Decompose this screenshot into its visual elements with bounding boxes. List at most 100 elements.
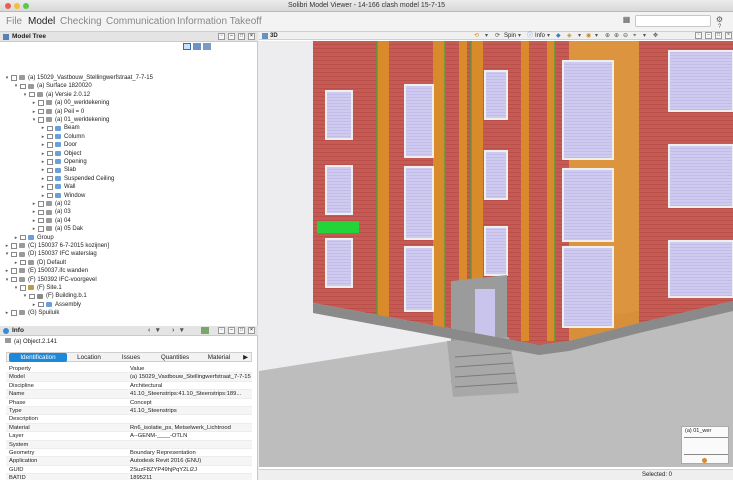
property-row[interactable]: Model (a) 15029_Vastbouw_Stellingwerfstra… xyxy=(6,373,252,382)
info-dropdown-icon[interactable]: ▾ xyxy=(547,32,550,40)
expanded-arrow-icon[interactable]: ▾ xyxy=(31,117,37,123)
tree-item[interactable]: ▸ Column xyxy=(0,133,258,141)
forward-icon[interactable]: › xyxy=(172,326,174,336)
collapsed-arrow-icon[interactable]: ▸ xyxy=(40,134,46,140)
camera-icon[interactable]: ⟲ xyxy=(474,32,479,40)
visibility-checkbox[interactable] xyxy=(47,125,53,132)
expanded-arrow-icon[interactable]: ▾ xyxy=(22,92,28,98)
expanded-arrow-icon[interactable]: ▾ xyxy=(22,293,28,299)
tree-item[interactable]: ▸ Group xyxy=(0,234,258,242)
property-row[interactable]: System xyxy=(6,440,252,449)
menu-checking[interactable]: Checking xyxy=(60,16,102,28)
forward-dropdown-icon[interactable]: ▾ xyxy=(180,326,184,336)
tree-item[interactable]: ▾ (F) Site.1 xyxy=(0,284,258,292)
view-close-button[interactable]: × xyxy=(725,32,732,39)
visibility-checkbox[interactable] xyxy=(11,276,17,283)
tab-identification[interactable]: Identification xyxy=(9,353,67,362)
tree-item[interactable]: ▸ (D) Default xyxy=(0,259,258,267)
visibility-checkbox[interactable] xyxy=(38,301,44,308)
collapsed-arrow-icon[interactable]: ▸ xyxy=(4,310,10,316)
visibility-checkbox[interactable] xyxy=(47,192,53,199)
view-maximize-button[interactable]: □ xyxy=(715,32,722,39)
visibility-checkbox[interactable] xyxy=(20,259,26,266)
fit-icon[interactable]: ⊕ xyxy=(605,32,610,40)
visibility-checkbox[interactable] xyxy=(20,285,26,291)
search-input[interactable] xyxy=(635,15,711,27)
tree-item[interactable]: ▸ Window xyxy=(0,192,258,200)
visibility-checkbox[interactable] xyxy=(47,133,53,140)
property-row[interactable]: Layer A--GENM-____-OTLN xyxy=(6,432,252,441)
close-window-icon[interactable] xyxy=(5,3,11,9)
layout-icon[interactable]: ▦ xyxy=(622,15,631,24)
tabs-more-icon[interactable]: ▶ xyxy=(241,353,250,362)
visibility-checkbox[interactable] xyxy=(20,234,26,241)
info-tool-icon[interactable]: ⓘ xyxy=(527,32,533,40)
minimap[interactable]: (a) 01_wer xyxy=(681,426,729,464)
visibility-checkbox[interactable] xyxy=(20,83,26,90)
visibility-checkbox[interactable] xyxy=(11,268,17,274)
help-icon[interactable]: ? xyxy=(715,23,724,32)
highlighted-object[interactable] xyxy=(317,221,359,233)
collapsed-arrow-icon[interactable]: ▸ xyxy=(40,125,46,131)
camera-dropdown-icon[interactable]: ▾ xyxy=(485,32,488,40)
collapsed-arrow-icon[interactable]: ▸ xyxy=(13,260,19,266)
expanded-arrow-icon[interactable]: ▾ xyxy=(4,75,10,81)
tree-item[interactable]: ▸ Opening xyxy=(0,158,258,166)
property-row[interactable]: Discipline Architectural xyxy=(6,382,252,391)
collapsed-arrow-icon[interactable]: ▸ xyxy=(31,302,37,308)
tree-item[interactable]: ▸ (G) Spuiluik xyxy=(0,309,258,317)
zoom-window-icon[interactable] xyxy=(23,3,29,9)
info-tool-button[interactable]: Info xyxy=(535,32,545,40)
panel-restore-button[interactable]: ▫ xyxy=(218,33,225,40)
visibility-icon[interactable] xyxy=(203,43,211,50)
property-row[interactable]: BATID 1895211 xyxy=(6,474,252,480)
tree-item[interactable]: ▸ (a) Peil = 0 xyxy=(0,108,258,116)
color-icon[interactable]: ◈ xyxy=(567,32,572,40)
tree-item[interactable]: ▾ (a) Surface 1820020 xyxy=(0,82,258,90)
collapsed-arrow-icon[interactable]: ▸ xyxy=(31,109,37,115)
section-dropdown-icon[interactable]: ▾ xyxy=(595,32,598,40)
tree-item[interactable]: ▸ Slab xyxy=(0,166,258,174)
property-row[interactable]: Type 41.10_Steenstrips xyxy=(6,407,252,416)
measure-icon[interactable]: ⌖ xyxy=(633,32,636,40)
menu-information-takeoff[interactable]: Information Takeoff xyxy=(177,16,262,28)
minimize-window-icon[interactable] xyxy=(14,3,20,9)
visibility-checkbox[interactable] xyxy=(38,100,44,106)
zoom-in-icon[interactable]: ⊕ xyxy=(614,32,619,40)
visibility-checkbox[interactable] xyxy=(47,159,53,165)
expanded-arrow-icon[interactable]: ▾ xyxy=(13,285,19,291)
expanded-arrow-icon[interactable]: ▾ xyxy=(13,83,19,89)
tab-location[interactable]: Location xyxy=(69,353,109,362)
property-row[interactable]: Application Autodesk Revit 2016 (ENU) xyxy=(6,457,252,466)
collapsed-arrow-icon[interactable]: ▸ xyxy=(40,176,46,182)
tree-item[interactable]: ▸ (C) 150037 6-7-2015 kozijnen] xyxy=(0,242,258,250)
property-row[interactable]: Phase Concept xyxy=(6,399,252,407)
tree-item[interactable]: ▾ (F) Building.b.1 xyxy=(0,292,258,300)
property-row[interactable]: Geometry Boundary Representation xyxy=(6,449,252,458)
3d-viewport[interactable]: (a) 01_wer xyxy=(259,41,733,467)
tree-item[interactable]: ▾ (a) 01_werktekening xyxy=(0,116,258,124)
spin-dropdown-icon[interactable]: ▾ xyxy=(518,32,521,40)
tree-item[interactable]: ▸ Object xyxy=(0,150,258,158)
visibility-checkbox[interactable] xyxy=(38,108,44,115)
tree-item[interactable]: ▾ (a) Versie 2.0.12 xyxy=(0,91,258,99)
select-icon[interactable]: ◆ xyxy=(556,32,561,40)
info-minimize-button[interactable]: – xyxy=(228,327,235,334)
collapsed-arrow-icon[interactable]: ▸ xyxy=(40,159,46,165)
tree-item[interactable]: ▸ Assembly xyxy=(0,301,258,309)
measure-dropdown-icon[interactable]: ▾ xyxy=(643,32,646,40)
visibility-checkbox[interactable] xyxy=(47,167,53,174)
visibility-checkbox[interactable] xyxy=(11,243,17,249)
property-row[interactable]: Material Rn6_isolatie_ps, Metselwerk_Lich… xyxy=(6,423,252,433)
visibility-checkbox[interactable] xyxy=(11,251,17,258)
tree-item[interactable]: ▸ (a) 00_werktekening xyxy=(0,99,258,107)
panel-maximize-button[interactable]: □ xyxy=(238,33,245,40)
refresh-icon[interactable] xyxy=(201,327,209,334)
collapsed-arrow-icon[interactable]: ▸ xyxy=(4,243,10,249)
spin-icon[interactable]: ⟳ xyxy=(495,32,500,40)
visibility-checkbox[interactable] xyxy=(47,142,53,148)
tree-item[interactable]: ▾ (a) 15029_Vastbouw_Stellingwerfstraat_7… xyxy=(0,74,258,82)
collapsed-arrow-icon[interactable]: ▸ xyxy=(40,167,46,173)
visibility-checkbox[interactable] xyxy=(38,201,44,207)
visibility-checkbox[interactable] xyxy=(38,217,44,224)
